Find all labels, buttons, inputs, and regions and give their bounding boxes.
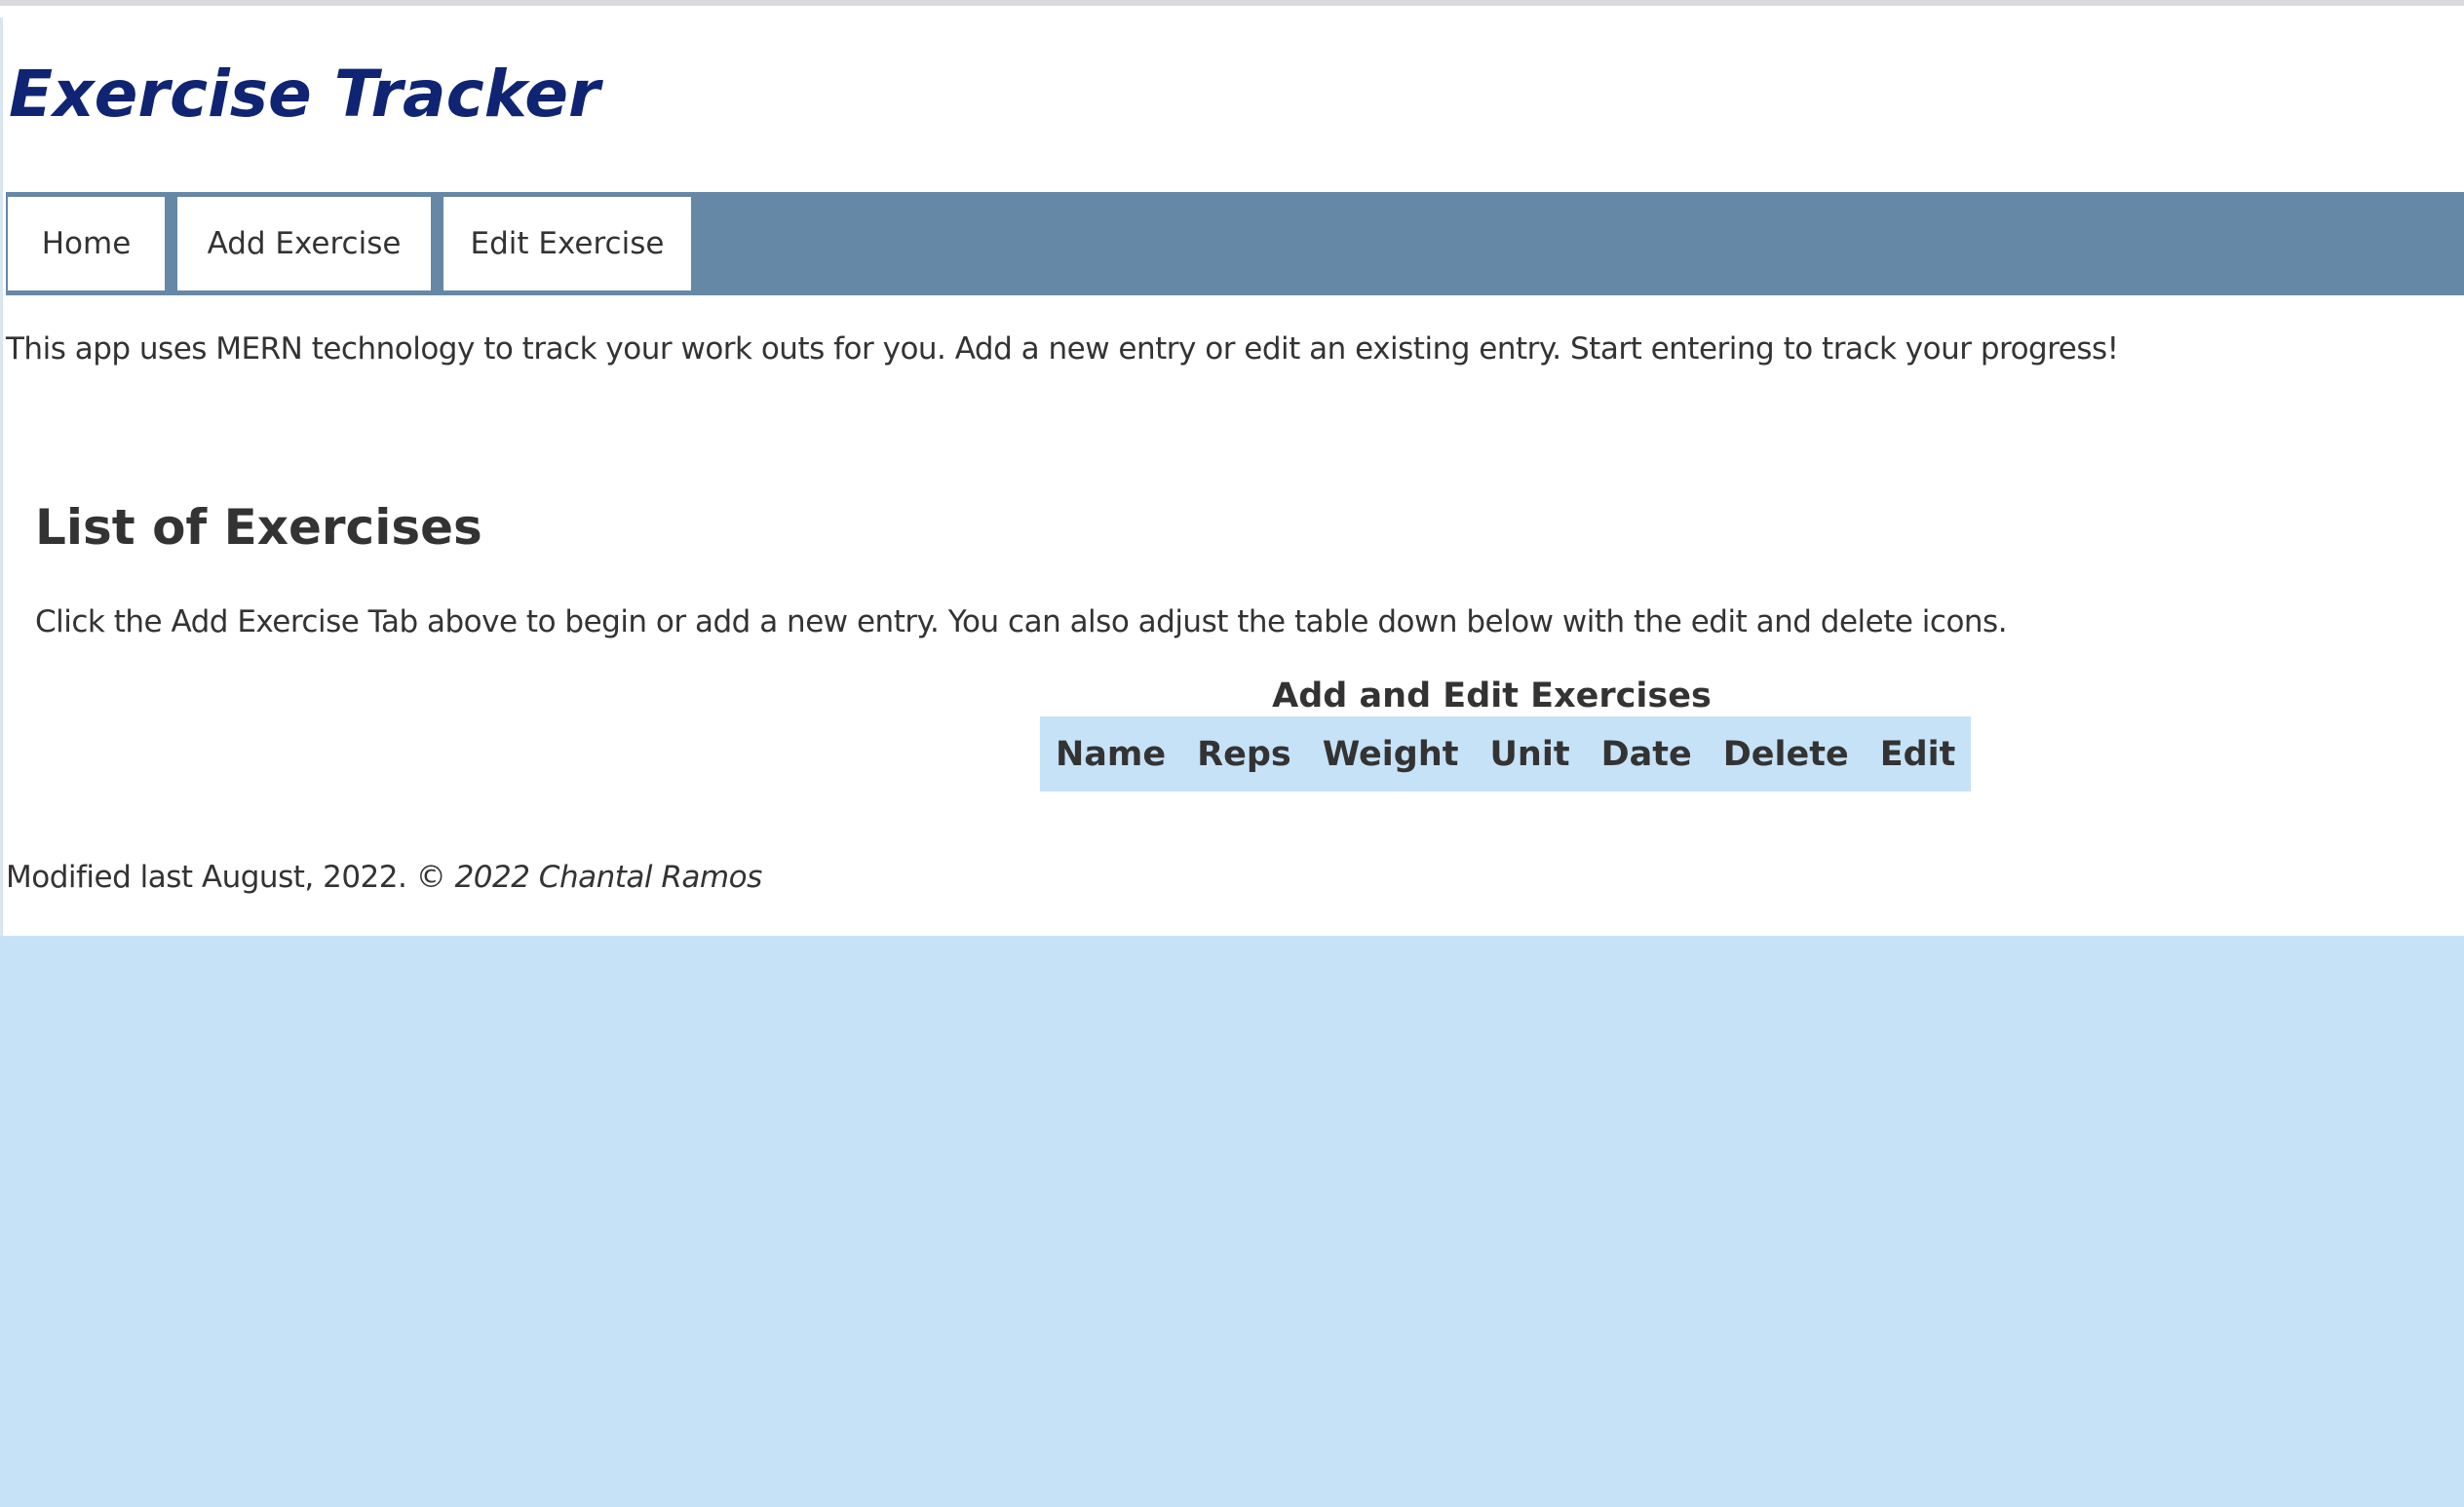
column-header-delete: Delete: [1722, 734, 1849, 774]
nav-tab-edit-exercise[interactable]: Edit Exercise: [442, 195, 693, 292]
column-header-weight: Weight: [1322, 734, 1459, 774]
footer-author: 2022 Chantal Ramos: [454, 860, 763, 895]
footer-modified-text: Modified last August, 2022. ©: [6, 860, 446, 895]
window-top-border: [0, 0, 2464, 18]
table-header-row: Name Reps Weight Unit Date Delete Edit: [1040, 716, 1971, 792]
intro-text: This app uses MERN technology to track y…: [6, 331, 2119, 367]
column-header-date: Date: [1600, 734, 1692, 774]
column-header-reps: Reps: [1197, 734, 1291, 774]
exercise-table: Name Reps Weight Unit Date Delete Edit: [1040, 716, 1972, 792]
nav-tab-home[interactable]: Home: [6, 195, 167, 292]
column-header-name: Name: [1056, 734, 1167, 774]
table-caption: Add and Edit Exercises: [1272, 676, 1712, 715]
section-description: Click the Add Exercise Tab above to begi…: [35, 604, 2008, 639]
column-header-edit: Edit: [1879, 734, 1956, 774]
column-header-unit: Unit: [1489, 734, 1570, 774]
app-title: Exercise Tracker: [9, 57, 600, 132]
section-title: List of Exercises: [35, 499, 482, 556]
nav-bar: Home Add Exercise Edit Exercise: [6, 192, 2464, 295]
nav-tab-add-exercise[interactable]: Add Exercise: [175, 195, 433, 292]
footer: Modified last August, 2022. © 2022 Chant…: [6, 860, 762, 895]
page-content: Exercise Tracker Home Add Exercise Edit …: [0, 18, 2464, 936]
